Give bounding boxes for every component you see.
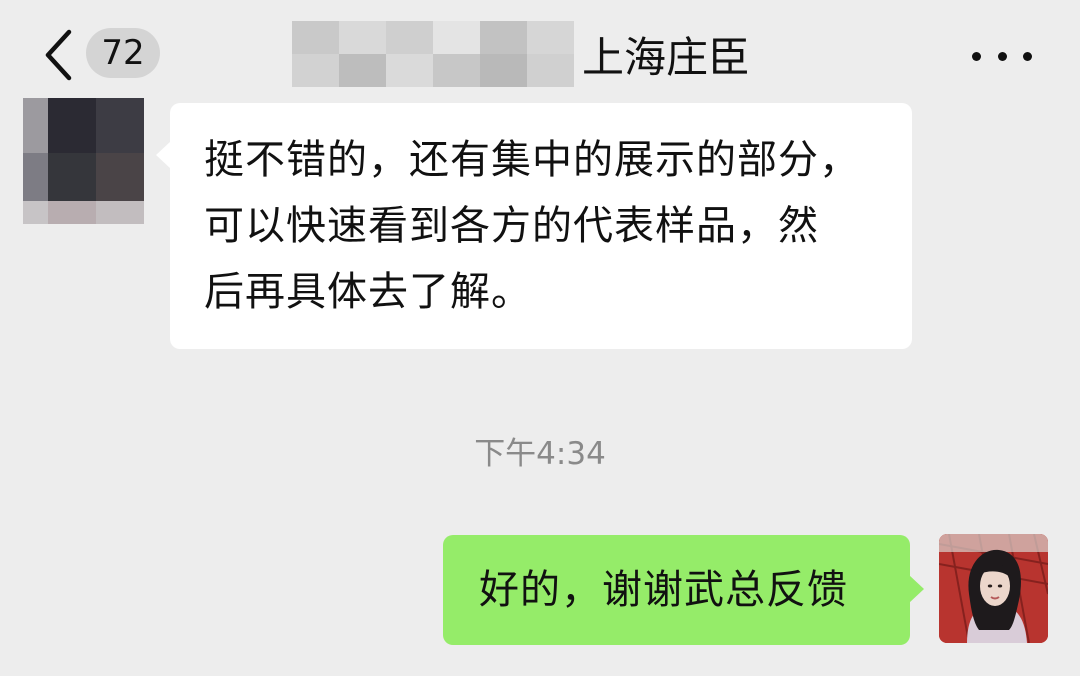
message-line: 后再具体去了解。	[204, 269, 532, 315]
chat-title-text: 上海庄臣	[582, 32, 751, 82]
message-timestamp: 下午4:34	[474, 436, 606, 472]
more-dots-icon[interactable]	[972, 38, 1032, 74]
avatar-photo	[939, 534, 1048, 643]
incoming-message-bubble[interactable]: 挺不错的，还有集中的展示的部分， 可以快速看到各方的代表样品，然 后再具体去了解…	[156, 103, 912, 349]
message-text: 好的，谢谢武总反馈	[479, 567, 848, 613]
outgoing-message-bubble[interactable]: 好的，谢谢武总反馈	[443, 535, 924, 645]
message-line: 可以快速看到各方的代表样品，然	[204, 203, 819, 249]
message-line: 挺不错的，还有集中的展示的部分，	[204, 137, 860, 183]
unread-count-badge[interactable]: 72	[86, 28, 160, 78]
contact-avatar[interactable]	[23, 98, 144, 224]
redacted-name	[292, 21, 574, 87]
back-button[interactable]	[38, 28, 78, 82]
chat-header: 72 上海庄臣	[0, 0, 1080, 110]
user-avatar[interactable]	[939, 534, 1048, 643]
chevron-left-icon	[45, 29, 72, 81]
chat-title: 上海庄臣	[292, 20, 750, 88]
